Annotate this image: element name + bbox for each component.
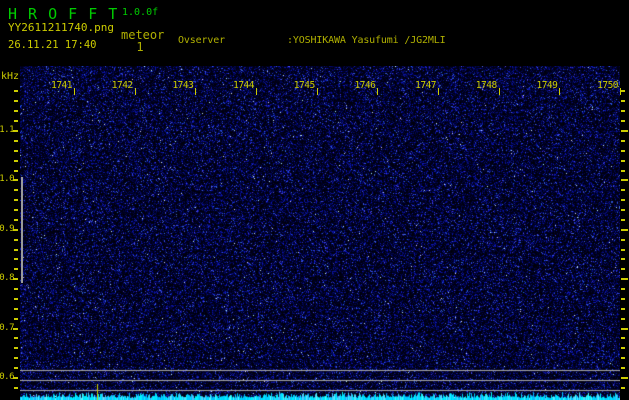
freq-tick — [14, 298, 18, 300]
time-tick — [559, 88, 560, 95]
right-freq-tick — [621, 347, 625, 349]
right-freq-tick — [621, 219, 625, 221]
hrofft-window: { "header": { "title": "H R O F F T", "v… — [0, 0, 629, 400]
info-value: :YOSHIKAWA Yasufumi /JG2MLI — [287, 35, 446, 46]
freq-tick-label: 0.9 — [0, 224, 14, 234]
freq-tick — [14, 308, 18, 310]
time-tick — [499, 88, 500, 95]
right-freq-tick — [621, 150, 625, 152]
freq-tick — [14, 318, 18, 320]
time-tick-label: 1749 — [512, 80, 557, 91]
right-freq-tick — [621, 170, 625, 172]
app-version: 1.0.0f — [122, 7, 158, 18]
time-tick — [620, 88, 621, 95]
freq-tick — [14, 239, 18, 241]
freq-tick — [14, 199, 18, 201]
info-label: Ovserver — [178, 34, 287, 47]
freq-unit-label: kHz — [1, 71, 19, 82]
time-tick — [438, 88, 439, 95]
right-freq-tick — [621, 278, 628, 280]
freq-tick — [14, 249, 18, 251]
freq-tick-label: 0.8 — [0, 273, 14, 283]
event-count: 1 — [125, 40, 155, 54]
output-filename: YY2611211740.png — [8, 21, 114, 34]
right-freq-tick — [621, 179, 628, 181]
right-freq-tick — [621, 189, 625, 191]
freq-tick — [14, 100, 18, 102]
freq-tick — [14, 140, 18, 142]
freq-tick — [14, 189, 18, 191]
right-freq-tick — [621, 90, 625, 92]
time-tick — [377, 88, 378, 95]
right-freq-tick — [621, 110, 625, 112]
calibration-line — [21, 177, 23, 283]
freq-tick — [14, 120, 18, 122]
right-freq-tick — [621, 318, 625, 320]
freq-tick — [14, 387, 18, 389]
right-freq-tick — [621, 160, 625, 162]
time-tick — [256, 88, 257, 95]
right-freq-tick — [621, 308, 625, 310]
right-freq-tick — [621, 229, 628, 231]
datetime-label: 26.11.21 17:40 — [8, 39, 97, 51]
time-tick-label: 1744 — [209, 80, 254, 91]
freq-tick — [14, 337, 18, 339]
right-freq-tick — [621, 130, 628, 132]
freq-tick-label: 0.6 — [0, 372, 14, 382]
freq-tick — [14, 347, 18, 349]
time-tick-label: 1748 — [452, 80, 497, 91]
right-freq-tick — [621, 249, 625, 251]
freq-tick — [14, 170, 18, 172]
freq-tick-label: 1.0 — [0, 174, 14, 184]
right-freq-tick — [621, 268, 625, 270]
freq-tick-label: 1.1 — [0, 125, 14, 135]
right-freq-tick — [621, 258, 625, 260]
time-tick-label: 1741 — [27, 80, 72, 91]
time-tick-label: 1745 — [270, 80, 315, 91]
freq-tick — [14, 110, 18, 112]
right-freq-tick — [621, 199, 625, 201]
right-freq-tick — [621, 337, 625, 339]
right-freq-tick — [621, 298, 625, 300]
freq-tick — [14, 219, 18, 221]
freq-tick — [14, 268, 18, 270]
time-tick — [135, 88, 136, 95]
freq-tick — [14, 357, 18, 359]
right-freq-tick — [621, 100, 625, 102]
right-freq-tick — [621, 140, 625, 142]
freq-tick — [14, 288, 18, 290]
freq-tick — [14, 90, 18, 92]
right-freq-tick — [621, 209, 625, 211]
right-freq-tick — [621, 328, 628, 330]
time-tick-label: 1747 — [391, 80, 436, 91]
freq-tick-label: 0.7 — [0, 323, 14, 333]
right-freq-tick — [621, 367, 625, 369]
time-tick-label: 1742 — [88, 80, 133, 91]
spectrogram-canvas — [20, 66, 620, 400]
right-freq-tick — [621, 120, 625, 122]
right-freq-tick — [621, 387, 625, 389]
right-freq-tick — [621, 288, 625, 290]
right-freq-tick — [621, 357, 625, 359]
freq-tick — [14, 258, 18, 260]
freq-tick — [14, 160, 18, 162]
freq-tick — [14, 367, 18, 369]
time-tick — [74, 88, 75, 95]
time-tick-label: 1750 — [573, 80, 618, 91]
freq-tick — [14, 150, 18, 152]
time-tick-label: 1743 — [148, 80, 193, 91]
right-freq-tick — [621, 377, 628, 379]
right-freq-tick — [621, 239, 625, 241]
time-tick — [317, 88, 318, 95]
time-tick-label: 1746 — [330, 80, 375, 91]
freq-tick — [14, 209, 18, 211]
time-tick — [195, 88, 196, 95]
info-row-observer: Ovserver:YOSHIKAWA Yasufumi /JG2MLI — [178, 34, 539, 47]
